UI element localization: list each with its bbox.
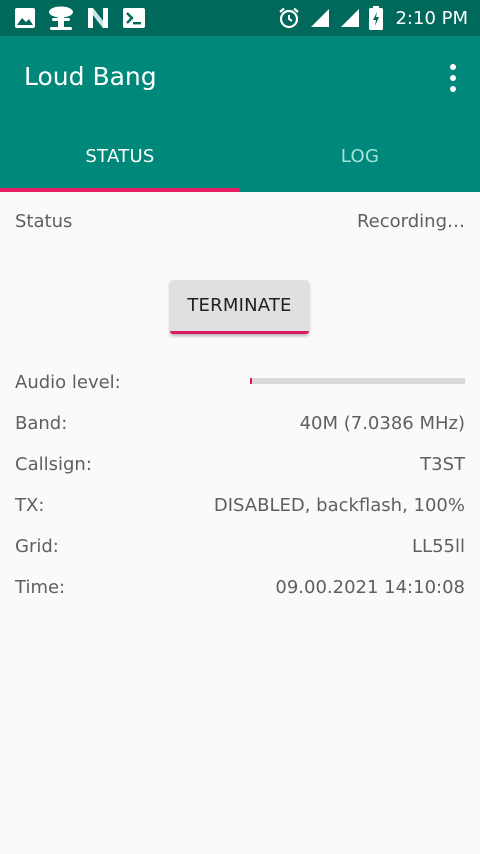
callsign-value: T3ST (420, 454, 465, 475)
grid-row: Grid: LL55ll (15, 532, 465, 562)
system-icons: 2:10 PM (277, 6, 468, 30)
tab-bar: STATUS LOG (0, 120, 480, 192)
grid-value: LL55ll (412, 536, 465, 557)
status-bar: 2:10 PM (0, 0, 480, 36)
audio-level-meter (250, 378, 465, 384)
time-row: Time: 09.00.2021 14:10:08 (15, 573, 465, 603)
status-label: Status (15, 211, 73, 232)
tx-value: DISABLED, backflash, 100% (213, 495, 465, 516)
n-logo-icon (88, 8, 108, 28)
terminate-button[interactable]: TERMINATE (170, 280, 309, 334)
audio-level-label: Audio level: (15, 372, 121, 393)
band-value: 40M (7.0386 MHz) (299, 413, 465, 434)
alarm-icon (279, 7, 300, 29)
clock: 2:10 PM (395, 7, 468, 29)
time-value: 09.00.2021 14:10:08 (275, 577, 465, 598)
app-title: Loud Bang (24, 62, 157, 91)
signal-icon (311, 9, 330, 27)
tab-indicator (0, 188, 240, 192)
mushroom-cloud-icon (49, 6, 73, 30)
status-value: Recording… (356, 211, 465, 232)
app-bar: Loud Bang STATUS LOG (0, 36, 480, 192)
band-row: Band: 40M (7.0386 MHz) (15, 409, 465, 439)
terminal-icon (123, 8, 145, 28)
notification-icons (14, 6, 158, 30)
audio-level-fill (250, 378, 252, 384)
tab-status[interactable]: STATUS (0, 120, 240, 192)
grid-label: Grid: (15, 536, 59, 557)
tx-label: TX: (15, 495, 45, 516)
status-row: Status Recording… (15, 207, 465, 237)
callsign-row: Callsign: T3ST (15, 450, 465, 480)
image-icon (15, 8, 35, 28)
tab-log[interactable]: LOG (240, 120, 480, 192)
time-label: Time: (15, 577, 66, 598)
battery-charging-icon (369, 6, 384, 30)
callsign-label: Callsign: (15, 454, 92, 475)
signal-icon (341, 9, 360, 27)
tx-row: TX: DISABLED, backflash, 100% (15, 491, 465, 521)
more-vert-icon[interactable] (446, 62, 460, 94)
band-label: Band: (15, 413, 68, 434)
